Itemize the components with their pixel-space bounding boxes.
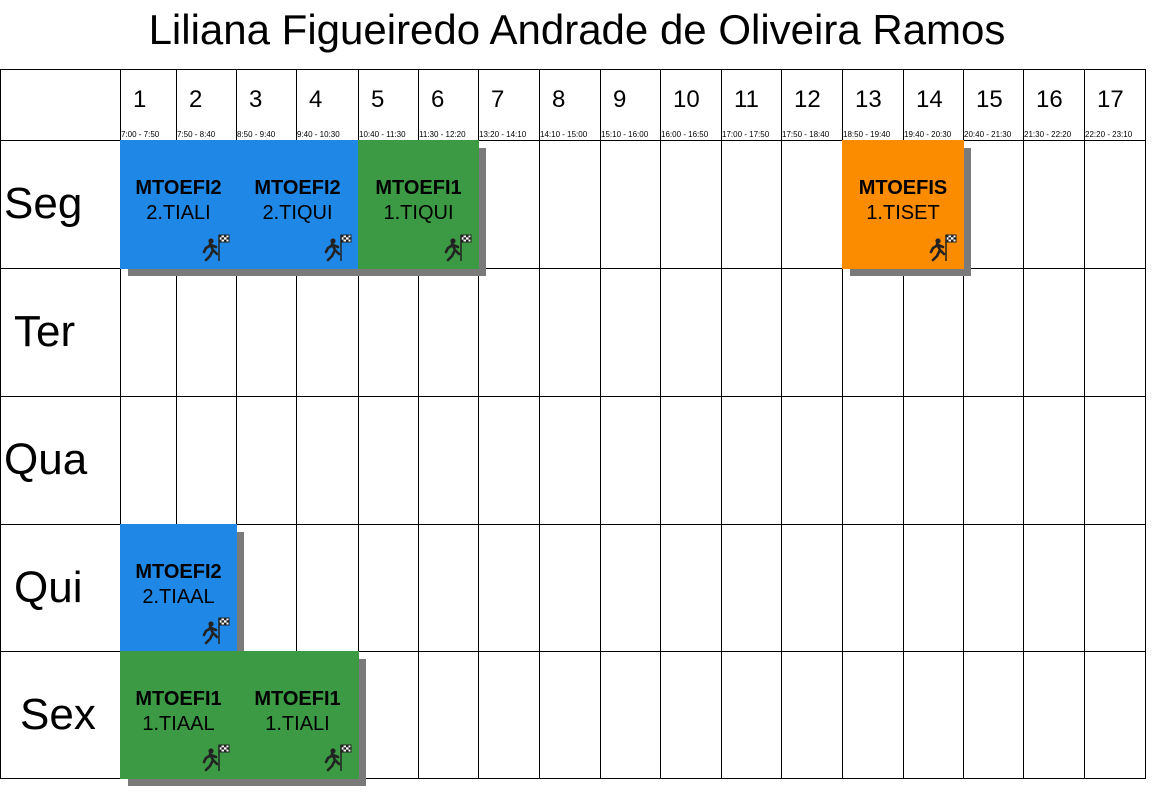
runner-finish-flag-icon <box>202 234 230 262</box>
period-number: 14 <box>916 86 943 113</box>
runner-finish-flag-icon <box>202 744 230 772</box>
period-time: 13:20 - 14:10 <box>479 130 527 139</box>
period-number: 5 <box>371 86 385 113</box>
day-label: Seg <box>4 179 83 228</box>
grid-line-horizontal <box>0 396 1146 397</box>
period-number: 15 <box>976 86 1003 113</box>
period-time: 14:10 - 15:00 <box>540 130 588 139</box>
period-time: 17:50 - 18:40 <box>782 130 830 139</box>
class-block[interactable]: MTOEFI1 1.TIAAL <box>120 651 237 779</box>
class-block[interactable]: MTOEFI2 2.TIAAL <box>120 524 237 652</box>
runner-finish-flag-icon <box>929 234 957 262</box>
grid-line-vertical <box>1084 69 1085 779</box>
period-number: 12 <box>794 86 821 113</box>
block-course-code: MTOEFI2 <box>135 177 222 199</box>
period-number: 6 <box>431 86 445 113</box>
period-time: 10:40 - 11:30 <box>359 130 406 139</box>
block-class-group: 1.TIAAL <box>142 713 215 735</box>
period-number: 2 <box>189 86 203 113</box>
block-class-group: 1.TISET <box>866 202 940 224</box>
class-block[interactable]: MTOEFIS 1.TISET <box>842 140 964 269</box>
block-class-group: 1.TIALI <box>265 713 330 735</box>
period-number: 8 <box>552 86 566 113</box>
period-time: 9:40 - 10:30 <box>297 130 340 139</box>
period-time: 18:50 - 19:40 <box>843 130 891 139</box>
grid-line-vertical <box>1145 69 1146 779</box>
grid-line-vertical <box>0 69 1 779</box>
class-block[interactable]: MTOEFI1 1.TIQUI <box>358 140 479 269</box>
block-course-code: MTOEFI1 <box>135 688 222 710</box>
block-course-code: MTOEFI2 <box>254 177 341 199</box>
class-block[interactable]: MTOEFI2 2.TIALI <box>120 140 237 269</box>
period-time: 7:50 - 8:40 <box>177 130 216 139</box>
page-title: Liliana Figueiredo Andrade de Oliveira R… <box>148 6 1006 53</box>
period-number: 9 <box>613 86 627 113</box>
grid-line-vertical <box>600 69 601 779</box>
period-number: 11 <box>734 86 759 113</box>
period-number: 13 <box>855 86 882 113</box>
period-number: 7 <box>491 86 505 113</box>
class-block[interactable]: MTOEFI2 2.TIQUI <box>236 140 359 269</box>
block-class-group: 2.TIALI <box>146 202 211 224</box>
period-number: 4 <box>309 86 323 113</box>
grid-line-vertical <box>721 69 722 779</box>
period-time: 22:20 - 23:10 <box>1085 130 1133 139</box>
grid-line-vertical <box>781 69 782 779</box>
runner-finish-flag-icon <box>324 234 352 262</box>
period-number: 10 <box>673 86 700 113</box>
day-label: Qua <box>4 435 88 484</box>
block-course-code: MTOEFI2 <box>135 561 222 583</box>
grid-line-vertical <box>660 69 661 779</box>
block-class-group: 2.TIAAL <box>142 586 215 608</box>
class-block[interactable]: MTOEFI1 1.TIALI <box>236 651 359 779</box>
period-number: 1 <box>133 86 147 113</box>
period-time: 15:10 - 16:00 <box>601 130 649 139</box>
grid-line-horizontal <box>0 69 1146 70</box>
runner-finish-flag-icon <box>324 744 352 772</box>
day-label: Ter <box>14 307 76 356</box>
period-time: 20:40 - 21:30 <box>964 130 1012 139</box>
grid-line-vertical <box>1023 69 1024 779</box>
block-course-code: MTOEFI1 <box>375 177 462 199</box>
block-class-group: 1.TIQUI <box>383 202 454 224</box>
runner-finish-flag-icon <box>444 234 472 262</box>
period-time: 19:40 - 20:30 <box>904 130 952 139</box>
period-time: 17:00 - 17:50 <box>722 130 770 139</box>
block-course-code: MTOEFI1 <box>254 688 341 710</box>
grid-line-vertical <box>539 69 540 779</box>
period-number: 3 <box>249 86 263 113</box>
period-number: 16 <box>1036 86 1063 113</box>
block-course-code: MTOEFIS <box>858 177 948 199</box>
period-time: 8:50 - 9:40 <box>237 130 276 139</box>
period-number: 17 <box>1097 86 1124 113</box>
block-class-group: 2.TIQUI <box>262 202 333 224</box>
period-time: 21:30 - 22:20 <box>1024 130 1072 139</box>
period-time: 11:30 - 12:20 <box>419 130 466 139</box>
period-time: 7:00 - 7:50 <box>121 130 160 139</box>
period-time: 16:00 - 16:50 <box>661 130 709 139</box>
day-label: Qui <box>14 563 83 612</box>
runner-finish-flag-icon <box>202 617 230 645</box>
